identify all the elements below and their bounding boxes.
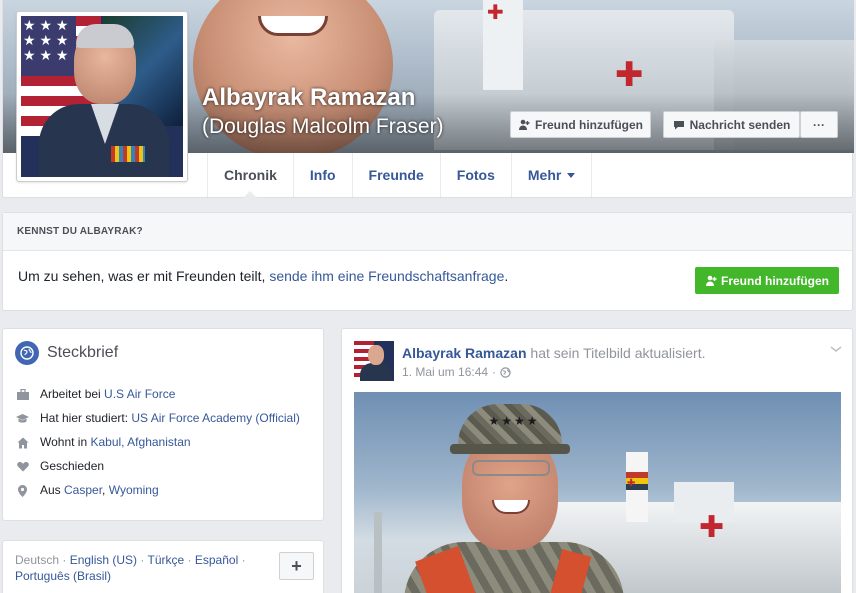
timeline-post: Albayrak Ramazan hat sein Titelbild aktu… [341,328,853,593]
tab-fotos[interactable]: Fotos [441,153,512,197]
cap-stars: ★★★★ [488,414,540,428]
meta-separator: · [492,365,497,379]
boat-rail [374,512,382,593]
add-friend-green-button[interactable]: Freund hinzufügen [695,267,839,294]
post-author-link[interactable]: Albayrak Ramazan [402,345,527,361]
intro-item-work: Arbeitet bei U.S Air Force [16,386,316,402]
avatar-body [360,363,392,381]
profile-tabs: Chronik Info Freunde Fotos Mehr [207,153,593,198]
language-option[interactable]: Español [195,553,238,567]
add-friend-label: Freund hinzufügen [535,117,643,132]
tab-label: Freunde [368,167,424,183]
location-pin-icon [16,484,29,497]
post-author-avatar[interactable] [354,341,394,381]
flag-canton: ★ ★ ★ ★ ★ ★ ★ ★ ★ [21,16,76,76]
hair [76,24,134,48]
more-dots-icon: ··· [813,117,825,132]
hometown-city-link[interactable]: Casper [64,483,102,497]
current-language: Deutsch [15,553,60,567]
briefcase-icon [16,388,29,401]
prompt-heading: KENNST DU ALBAYRAK? [3,213,852,251]
school-link[interactable]: US Air Force Academy (Official) [131,411,300,425]
avatar-head [368,345,384,365]
relationship-status: Geschieden [40,459,105,473]
add-friend-icon [519,119,530,130]
caret-down-icon [567,172,576,178]
language-option[interactable]: Português (Brasil) [15,569,111,583]
intro-title: Steckbrief [47,344,119,361]
intro-card: Steckbrief Arbeitet bei U.S Air Force Ha… [2,328,324,521]
add-friend-icon [706,275,717,286]
profile-picture[interactable]: ★ ★ ★ ★ ★ ★ ★ ★ ★ [16,11,188,182]
graduation-cap-icon [16,412,29,425]
intro-header: Steckbrief [15,341,118,365]
tab-freunde[interactable]: Freunde [353,153,441,197]
profile-name[interactable]: Albayrak Ramazan [202,84,415,112]
language-list: Deutsch · English (US) · Türkçe · Españo… [15,553,246,583]
globe-icon [15,341,39,365]
add-friend-button[interactable]: Freund hinzufügen [510,111,651,138]
post-meta: 1. Mai um 16:44 · [402,365,511,379]
post-cover-photo[interactable]: ✚ ✚ ★★★★ [354,392,841,593]
heart-icon [16,460,29,473]
plus-icon: + [291,555,302,576]
prompt-text-before: Um zu sehen, was er mit Freunden teilt, [18,268,270,284]
glasses [472,460,550,476]
send-message-label: Nachricht senden [689,117,791,132]
add-language-button[interactable]: + [279,552,314,580]
post-header: Albayrak Ramazan hat sein Titelbild aktu… [402,345,706,361]
globe-icon [500,366,511,378]
more-options-button[interactable]: ··· [800,111,838,138]
residence-link[interactable]: Kabul, Afghanistan [90,435,190,449]
red-cross-icon: ✚ [487,0,504,24]
tab-info[interactable]: Info [294,153,353,197]
friend-request-prompt: KENNST DU ALBAYRAK? Um zu sehen, was er … [2,212,853,311]
intro-item-hometown: Aus Casper, Wyoming [16,482,316,498]
cap-brim [450,444,570,454]
intro-text: , [102,483,109,497]
intro-text: Aus [40,483,65,497]
add-friend-green-label: Freund hinzufügen [721,273,829,288]
tab-label: Chronik [224,167,277,183]
tab-label: Info [309,167,336,183]
red-cross-icon: ✚ [627,478,636,489]
hometown-state-link[interactable]: Wyoming [109,483,159,497]
post-action-text: hat sein Titelbild aktualisiert. [530,345,706,361]
prompt-text: Um zu sehen, was er mit Freunden teilt, … [18,268,508,284]
send-message-button[interactable]: Nachricht senden [663,111,800,138]
home-icon [16,436,29,449]
chevron-down-icon[interactable] [830,343,842,355]
red-cross-icon: ✚ [615,55,644,95]
tab-label: Fotos [456,167,495,183]
send-friend-request-link[interactable]: sende ihm eine Freundschaftsanfrage [269,268,504,284]
intro-item-education: Hat hier studiert: US Air Force Academy … [16,410,316,426]
language-option[interactable]: English (US) [70,553,137,567]
red-cross-icon: ✚ [699,510,725,545]
intro-text: Hat hier studiert: [40,411,132,425]
language-option[interactable]: Türkçe [148,553,185,567]
employer-link[interactable]: U.S Air Force [104,387,175,401]
prompt-text-after: . [504,268,509,284]
profile-alternate-name: (Douglas Malcolm Fraser) [202,115,444,138]
intro-item-relationship: Geschieden [16,458,316,474]
intro-text: Wohnt in [40,435,91,449]
tab-mehr[interactable]: Mehr [512,153,593,197]
tab-label: Mehr [527,167,562,183]
ribbons [111,146,145,162]
intro-text: Arbeitet bei [40,387,105,401]
intro-item-residence: Wohnt in Kabul, Afghanistan [16,434,316,450]
intro-list: Arbeitet bei U.S Air Force Hat hier stud… [16,386,316,506]
tab-chronik[interactable]: Chronik [208,153,294,198]
language-selector: Deutsch · English (US) · Türkçe · Españo… [2,540,324,593]
cover-smile [258,16,328,36]
post-timestamp[interactable]: 1. Mai um 16:44 [402,365,488,379]
message-icon [673,120,684,129]
